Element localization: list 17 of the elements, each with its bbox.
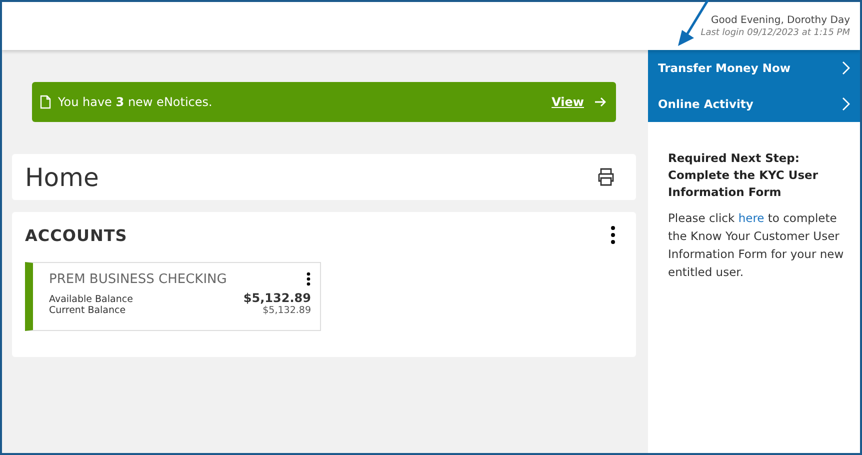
- balance-amount: $5,132.89: [243, 291, 311, 305]
- next-step-heading: Required Next Step: Complete the KYC User Information Form: [668, 150, 820, 201]
- greeting-text: Good Evening, Dorothy Day: [711, 14, 850, 26]
- accounts-heading: ACCOUNTS: [25, 226, 128, 244]
- balance-amount: $5,132.89: [262, 305, 311, 316]
- view-link[interactable]: View: [552, 95, 584, 109]
- notice-text: You have 3 new eNotices.: [58, 95, 214, 109]
- last-login-text: Last login 09/12/2023 at 1:15 PM: [700, 28, 850, 38]
- next-step-text: Please click here to complete the Know Your Customer User Information Form for your new entitled user.: [668, 210, 845, 281]
- quick-link[interactable]: Online Activity: [648, 86, 860, 122]
- quick-link[interactable]: Transfer Money Now: [648, 50, 860, 86]
- here-link[interactable]: here: [738, 211, 764, 225]
- account-name: PREM BUSINESS CHECKING: [49, 272, 227, 286]
- balance-label: Current Balance: [49, 305, 126, 316]
- page-title: Home: [25, 162, 99, 192]
- account-tile[interactable]: PREM BUSINESS CHECKING Available Balance $5,132.89 Current Balance $5,132.89: [25, 262, 321, 331]
- balance-label: Available Balance: [49, 294, 133, 305]
